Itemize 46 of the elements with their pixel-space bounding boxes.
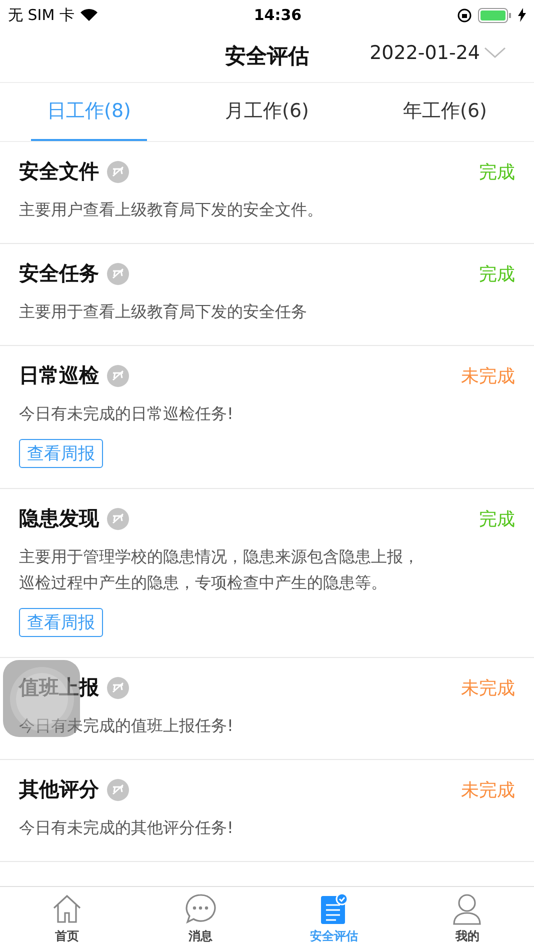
- date-picker[interactable]: 2022-01-24: [370, 42, 506, 64]
- task-card[interactable]: 安全任务 完成 主要用于查看上级教育局下发的安全任务: [0, 244, 534, 346]
- task-card[interactable]: 其他评分 未完成 今日有未完成的其他评分任务!: [0, 760, 534, 862]
- task-card[interactable]: 隐患发现 完成 主要用于管理学校的隐患情况，隐患来源包含隐患上报，巡检过程中产生的隐患，专项检查中产生的隐患等。 查看周报: [0, 489, 534, 658]
- clock-time: 14:36: [254, 6, 302, 24]
- tab[interactable]: 年工作(6): [397, 83, 493, 139]
- page-title: 安全评估: [225, 43, 309, 70]
- crossed-out-icon: [107, 364, 129, 386]
- task-status: 未完成: [461, 778, 515, 802]
- tab[interactable]: 月工作(6): [219, 83, 315, 139]
- task-status: 未完成: [461, 364, 515, 388]
- charging-icon: [518, 8, 526, 22]
- task-description: 今日有未完成的其他评分任务!: [19, 817, 234, 839]
- carrier-text: 无 SIM 卡: [8, 6, 74, 24]
- task-description: 主要用户查看上级教育局下发的安全文件。: [19, 199, 324, 221]
- home-icon: [50, 893, 83, 925]
- nav-tab[interactable]: 首页: [0, 887, 134, 950]
- crossed-out-icon: [107, 676, 129, 698]
- rotation-lock-icon: [457, 8, 472, 22]
- task-card[interactable]: 安全文件 完成 主要用户查看上级教育局下发的安全文件。: [0, 142, 534, 244]
- nav-tab[interactable]: 我的: [400, 887, 534, 950]
- task-title: 安全文件: [19, 158, 99, 185]
- chevron-down-icon: [484, 47, 506, 59]
- document-icon: [320, 893, 348, 925]
- task-description: 主要用于查看上级教育局下发的安全任务: [19, 301, 308, 323]
- task-title: 其他评分: [19, 776, 99, 803]
- task-status: 完成: [479, 262, 515, 286]
- person-icon: [452, 893, 482, 925]
- wifi-icon: [80, 8, 98, 22]
- battery-icon: [478, 8, 512, 22]
- task-title: 值班上报: [19, 674, 99, 701]
- task-status: 完成: [479, 508, 515, 530]
- chat-icon: [184, 893, 217, 925]
- crossed-out-icon: [107, 160, 129, 182]
- task-status: 完成: [479, 160, 515, 184]
- crossed-out-icon: [107, 262, 129, 284]
- crossed-out-icon: [107, 778, 129, 800]
- task-title: 日常巡检: [19, 362, 99, 389]
- task-title: 安全任务: [19, 260, 99, 287]
- task-card[interactable]: 日常巡检 未完成 今日有未完成的日常巡检任务! 查看周报: [0, 346, 534, 489]
- nav-tab[interactable]: 消息: [134, 887, 267, 950]
- crossed-out-icon: [107, 508, 129, 530]
- task-status: 未完成: [461, 676, 515, 700]
- task-description: 今日有未完成的日常巡检任务!: [19, 403, 234, 425]
- task-title: 隐患发现: [19, 505, 99, 532]
- task-description: 主要用于管理学校的隐患情况，隐患来源包含隐患上报，巡检过程中产生的隐患，专项检查中产生的隐患等。: [19, 546, 419, 594]
